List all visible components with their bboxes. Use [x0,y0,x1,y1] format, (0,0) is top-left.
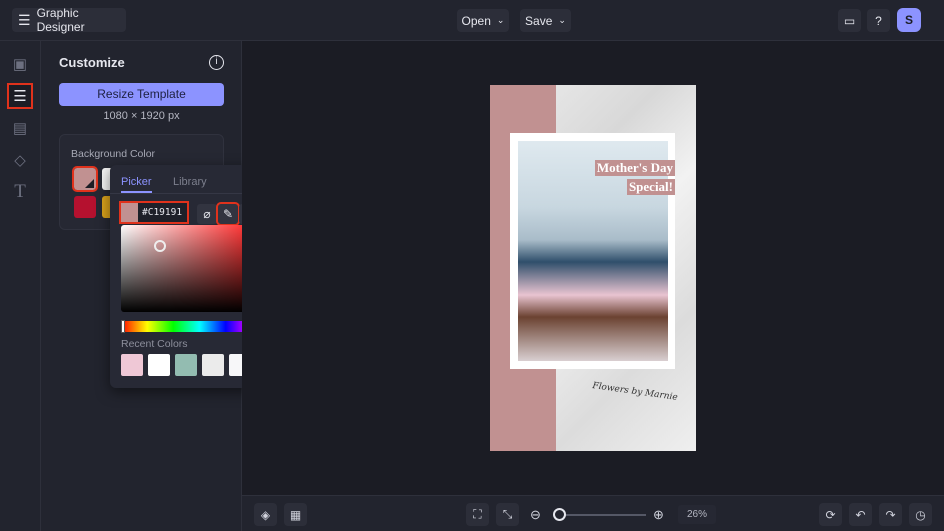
fit-screen-icon[interactable]: ⛶ [466,503,489,526]
design-canvas[interactable]: Mother's Day Special! Flowers by Marnie [490,85,696,451]
layers-icon[interactable]: ◈ [254,503,277,526]
recent-color-swatch[interactable] [121,354,143,376]
open-button[interactable]: Open ⌄ [457,9,509,32]
dimensions: 1080 × 1920 px [103,110,180,122]
canvas-area: Mother's Day Special! Flowers by Marnie [242,41,944,495]
save-button[interactable]: Save ⌄ [520,9,571,32]
swatch-selected[interactable] [72,166,98,192]
recent-color-swatch[interactable] [175,354,197,376]
help-icon[interactable]: ? [867,9,890,32]
text-icon[interactable]: T [9,181,31,203]
hex-value: #C19191 [142,207,183,218]
info-icon[interactable]: i [209,55,224,70]
save-label: Save [525,13,553,28]
resize-template-button[interactable]: Resize Template [59,83,224,106]
layout-icon[interactable]: ▤ [9,117,31,139]
comment-icon[interactable]: ▭ [838,9,861,32]
sliders-icon[interactable]: ☰ [7,83,33,109]
panel-title: Customize [59,55,125,70]
open-label: Open [461,13,491,28]
hue-handle[interactable] [121,320,125,333]
menu-button[interactable]: ☰ Graphic Designer [12,6,126,34]
bottom-toolbar: ◈ ▦ ⛶ ⤡ ⊖ ⊕ 26% ⟳ ↶ ↷ ◷ [242,495,944,531]
zoom-out-icon[interactable]: ⊖ [530,507,541,523]
zoom-slider[interactable] [552,508,646,521]
zoom-handle[interactable] [552,508,566,521]
swatch-crimson[interactable] [74,196,96,218]
tab-library[interactable]: Library [173,176,207,188]
grid-view-icon[interactable]: ▦ [284,503,307,526]
photo-frame: Mother's Day Special! [510,133,675,369]
app-title: Graphic Designer [36,6,85,34]
redo-icon[interactable]: ↷ [879,503,902,526]
undo-icon[interactable]: ↶ [849,503,872,526]
chevron-down-icon: ⌄ [496,15,505,25]
tab-picker[interactable]: Picker [121,176,152,193]
top-bar: ☰ Graphic Designer Open ⌄ Save ⌄ ▭ ? S [0,0,944,41]
eyedropper-icon[interactable]: ✎ [216,202,240,226]
recent-color-swatch[interactable] [148,354,170,376]
hex-input[interactable]: #C19191 [119,201,189,224]
shapes-icon[interactable]: ◇ [9,149,31,171]
headline-line-2[interactable]: Special! [626,179,675,195]
sync-icon[interactable]: ⟳ [819,503,842,526]
image-icon[interactable]: ▣ [9,53,31,75]
avatar[interactable]: S [897,8,921,32]
recent-color-swatch[interactable] [202,354,224,376]
current-color-preview [121,203,138,222]
shrink-icon[interactable]: ⤡ [496,503,519,526]
left-rail: ▣ ☰ ▤ ◇ T [0,41,41,531]
bg-color-label: Background Color [71,148,156,160]
signature-text[interactable]: Flowers by Marnie [592,381,679,403]
zoom-level[interactable]: 26% [678,505,716,524]
hamburger-icon: ☰ [18,11,31,28]
history-icon[interactable]: ◷ [909,503,932,526]
headline-line-1[interactable]: Mother's Day [594,160,675,176]
color-handle[interactable] [154,240,166,252]
zoom-in-icon[interactable]: ⊕ [653,507,664,523]
chevron-down-icon: ⌄ [558,15,566,25]
no-color-icon[interactable]: ⌀ [197,204,217,224]
recent-colors-label: Recent Colors [121,338,188,350]
